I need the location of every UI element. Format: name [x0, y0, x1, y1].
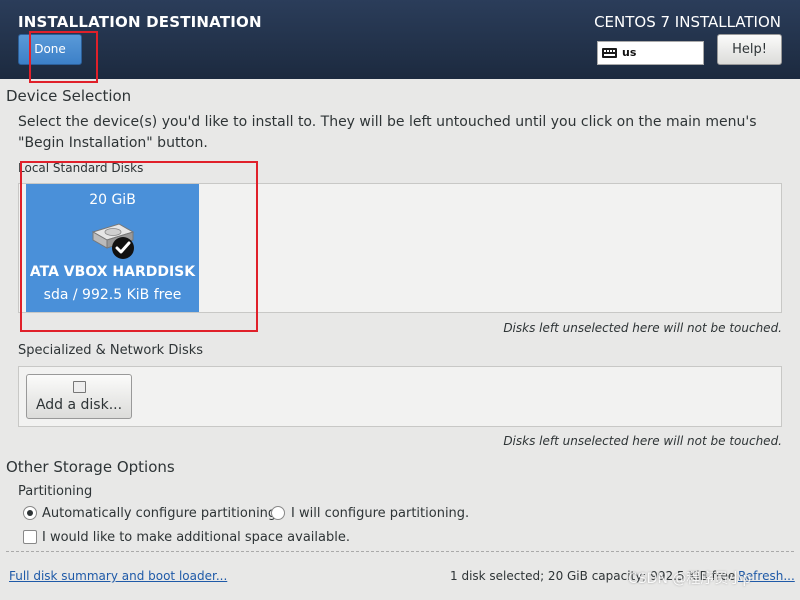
additional-space-checkbox[interactable]	[23, 530, 37, 544]
disk-summary-link[interactable]: Full disk summary and boot loader...	[9, 569, 227, 583]
annotation-box-disk	[20, 161, 258, 332]
specialized-disks-panel: Add a disk...	[18, 366, 782, 427]
annotation-box-done	[29, 31, 98, 83]
keyboard-layout-indicator[interactable]: us	[597, 41, 704, 65]
manual-partitioning-radio[interactable]	[271, 506, 285, 520]
local-disks-note: Disks left unselected here will not be t…	[503, 321, 782, 335]
product-title: CENTOS 7 INSTALLATION	[594, 13, 781, 31]
instructions-line-2: "Begin Installation" button.	[18, 135, 208, 151]
footer-divider	[6, 551, 794, 552]
header-bar: INSTALLATION DESTINATION CENTOS 7 INSTAL…	[0, 0, 800, 79]
add-disk-icon	[73, 381, 86, 393]
add-disk-button[interactable]: Add a disk...	[26, 374, 132, 419]
auto-partitioning-label[interactable]: Automatically configure partitioning.	[42, 506, 280, 521]
auto-partitioning-radio[interactable]	[23, 506, 37, 520]
watermark: CSDN @程序员小p	[628, 571, 752, 587]
page-title: INSTALLATION DESTINATION	[18, 13, 262, 31]
other-storage-title: Other Storage Options	[6, 458, 175, 476]
keyboard-icon	[602, 48, 617, 58]
manual-partitioning-label[interactable]: I will configure partitioning.	[291, 506, 469, 521]
help-button[interactable]: Help!	[717, 34, 782, 65]
device-selection-title: Device Selection	[6, 87, 132, 105]
additional-space-label[interactable]: I would like to make additional space av…	[42, 530, 350, 545]
specialized-disks-label: Specialized & Network Disks	[18, 343, 204, 358]
specialized-disks-note: Disks left unselected here will not be t…	[503, 434, 782, 448]
add-disk-label: Add a disk...	[35, 397, 123, 413]
partitioning-label: Partitioning	[18, 484, 93, 499]
instructions-line-1: Select the device(s) you'd like to insta…	[18, 114, 757, 130]
keyboard-layout-label: us	[622, 46, 637, 59]
